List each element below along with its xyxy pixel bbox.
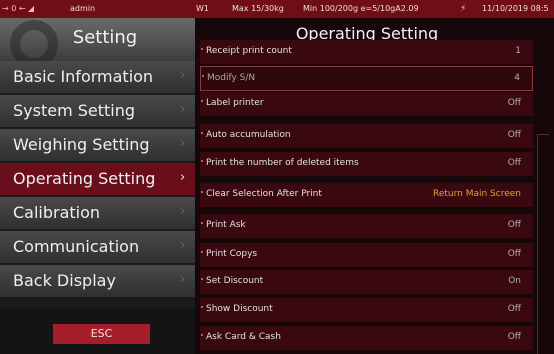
setting-row-clear-selection-after-print[interactable]: Clear Selection After Print Return Main …	[200, 183, 533, 208]
sidebar-item-basic-information[interactable]: Basic Information ›	[0, 61, 195, 94]
setting-label: Ask Card & Cash	[206, 332, 281, 342]
sidebar-item-label: Back Display	[13, 271, 116, 290]
lightning-icon: ⚡	[460, 4, 467, 14]
chevron-right-icon: ›	[180, 170, 186, 185]
setting-label: Modify S/N	[207, 73, 256, 83]
sidebar-item-label: Operating Setting	[13, 169, 156, 188]
chevron-right-icon: ›	[180, 136, 186, 151]
scale-id: W1	[196, 4, 209, 13]
setting-label: Receipt print count	[206, 46, 292, 56]
setting-row-ask-card-cash[interactable]: Ask Card & Cash Off	[200, 326, 533, 351]
setting-row-auto-accumulation[interactable]: Auto accumulation Off	[200, 124, 533, 149]
sidebar-header: Setting	[0, 18, 195, 68]
sidebar-item-system-setting[interactable]: System Setting ›	[0, 95, 195, 128]
bullet-icon	[201, 100, 203, 102]
setting-row-print-copys[interactable]: Print Copys Off	[200, 243, 533, 268]
sidebar-item-label: Basic Information	[13, 67, 154, 86]
sidebar-item-label: Communication	[13, 237, 140, 256]
setting-value: Off	[507, 98, 521, 108]
bullet-icon	[201, 48, 203, 50]
zero-indicator-icon: → 0 ←	[2, 4, 34, 14]
sidebar-item-back-display[interactable]: Back Display ›	[0, 265, 195, 298]
sidebar-item-communication[interactable]: Communication ›	[0, 231, 195, 264]
setting-value: Off	[507, 220, 521, 230]
bullet-icon	[201, 306, 203, 308]
setting-value: Off	[507, 158, 521, 168]
bullet-icon	[202, 75, 204, 77]
setting-value: Off	[507, 304, 521, 314]
status-bar: → 0 ← admin W1 Max 15/30kg Min 100/200g …	[0, 0, 554, 18]
setting-label: Print Copys	[206, 249, 258, 259]
firmware-version: A2.09	[395, 4, 419, 13]
setting-value: Off	[507, 332, 521, 342]
settings-sidebar: Setting Basic Information › System Setti…	[0, 18, 195, 354]
chevron-right-icon: ›	[180, 272, 186, 287]
bullet-icon	[201, 278, 203, 280]
setting-label: Show Discount	[206, 304, 273, 314]
setting-value: Off	[507, 249, 521, 259]
side-frame	[537, 134, 549, 354]
datetime: 11/10/2019 08:5	[482, 4, 549, 13]
sidebar-item-label: Weighing Setting	[13, 135, 150, 154]
setting-label: Clear Selection After Print	[206, 189, 322, 199]
setting-row-set-discount[interactable]: Set Discount On	[200, 270, 533, 295]
setting-label: Label printer	[206, 98, 264, 108]
operating-setting-panel: Operating Setting Receipt print count 1 …	[195, 18, 554, 354]
bullet-icon	[201, 191, 203, 193]
bullet-icon	[201, 160, 203, 162]
setting-row-print-ask[interactable]: Print Ask Off	[200, 214, 533, 239]
bullet-icon	[201, 132, 203, 134]
sidebar-item-label: System Setting	[13, 101, 136, 120]
setting-row-show-discount[interactable]: Show Discount Off	[200, 298, 533, 323]
sidebar-item-weighing-setting[interactable]: Weighing Setting ›	[0, 129, 195, 162]
chevron-right-icon: ›	[180, 68, 186, 83]
setting-label: Auto accumulation	[206, 130, 291, 140]
setting-value: 1	[515, 46, 521, 56]
user-name: admin	[70, 4, 96, 13]
max-capacity: Max 15/30kg	[232, 4, 284, 13]
setting-value: 4	[514, 73, 520, 83]
setting-value: Off	[507, 130, 521, 140]
bullet-icon	[201, 251, 203, 253]
chevron-right-icon: ›	[180, 238, 186, 253]
setting-value: Return Main Screen	[432, 189, 521, 199]
setting-row-receipt-print-count[interactable]: Receipt print count 1	[200, 40, 533, 65]
min-capacity: Min 100/200g e=5/10gA2.09	[303, 4, 419, 14]
setting-value: On	[508, 276, 521, 286]
min-text: Min 100/200g e=5/10g	[303, 4, 396, 13]
indicator-text: → 0 ←	[2, 4, 26, 13]
sidebar-item-operating-setting[interactable]: Operating Setting ›	[0, 163, 195, 196]
esc-button[interactable]: ESC	[53, 324, 150, 344]
modify-sn-input[interactable]: Modify S/N 4	[200, 66, 533, 91]
esc-area: ESC	[0, 308, 195, 354]
setting-row-label-printer[interactable]: Label printer Off	[200, 92, 533, 117]
sidebar-title: Setting	[72, 27, 138, 48]
setting-label: Set Discount	[206, 276, 264, 286]
chevron-right-icon: ›	[180, 102, 186, 117]
chevron-right-icon: ›	[180, 204, 186, 219]
setting-label: Print Ask	[206, 220, 246, 230]
sidebar-item-label: Calibration	[13, 203, 101, 222]
sidebar-item-calibration[interactable]: Calibration ›	[0, 197, 195, 230]
bullet-icon	[201, 222, 203, 224]
setting-label: Print the number of deleted items	[206, 158, 359, 168]
stable-indicator-icon	[27, 5, 34, 12]
bullet-icon	[201, 334, 203, 336]
setting-row-print-deleted-items[interactable]: Print the number of deleted items Off	[200, 152, 533, 177]
